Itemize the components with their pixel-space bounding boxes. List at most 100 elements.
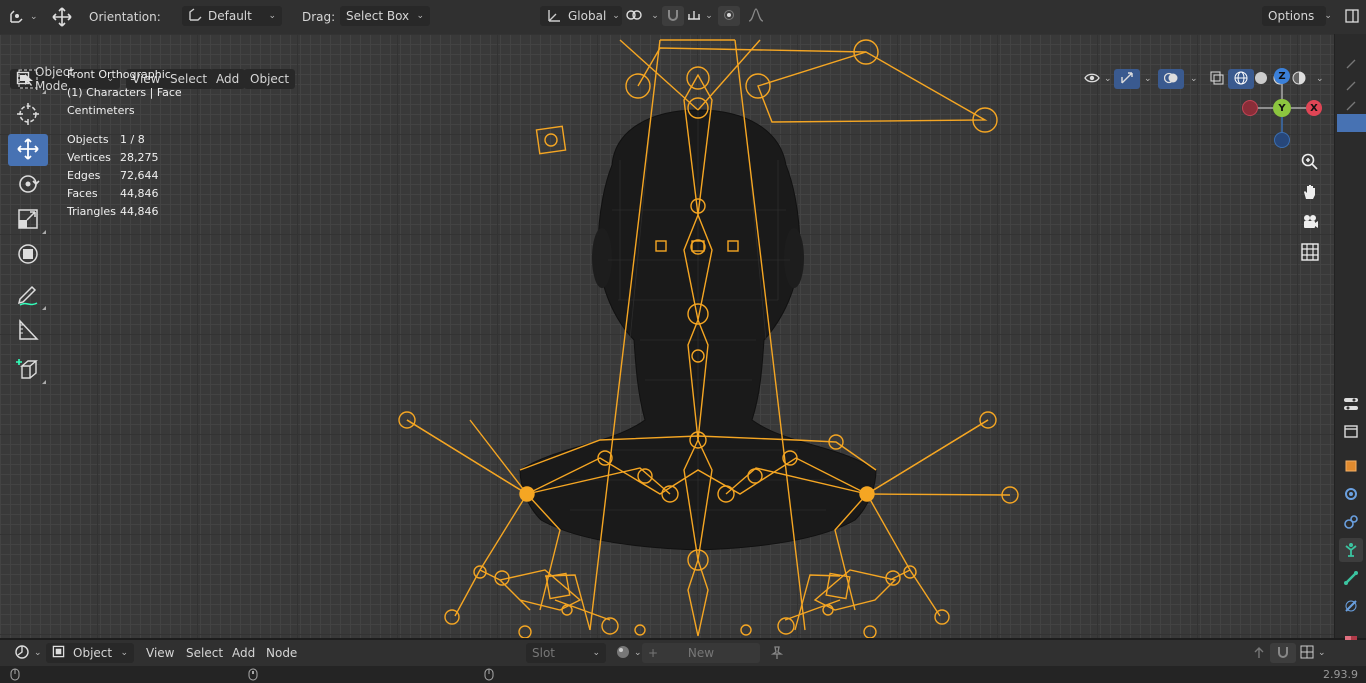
transform-gizmo-icon[interactable]: [50, 6, 74, 28]
gizmo-neg-z[interactable]: [1274, 132, 1290, 148]
transform-icon: [16, 242, 40, 269]
camera-icon[interactable]: [1298, 210, 1322, 234]
stat-edges: Edges 72,644: [67, 167, 182, 185]
object-menu[interactable]: Object: [244, 69, 296, 89]
bone-constraint-icon[interactable]: [1339, 594, 1363, 618]
snap-target-dropdown[interactable]: ⌄: [686, 6, 714, 26]
node-snap-dropdown[interactable]: ⌄: [1294, 643, 1332, 663]
gizmo-dropdown[interactable]: ⌄: [1134, 69, 1158, 89]
node-menu[interactable]: Node: [260, 643, 303, 663]
drag-dropdown[interactable]: Select Box ⌄: [340, 6, 430, 26]
node-select-menu[interactable]: Select: [180, 643, 229, 663]
armature-properties-icon[interactable]: [1339, 538, 1363, 562]
gizmo-icon: [1120, 71, 1134, 88]
proportional-editing-toggle[interactable]: [718, 6, 740, 26]
viewport-info-overlay: Front Orthographic (1) Characters | Face…: [67, 66, 182, 221]
orientation-dropdown[interactable]: Default ⌄: [182, 6, 282, 26]
add-menu[interactable]: Add: [210, 69, 246, 89]
editor-type-dropdown[interactable]: ⌄: [8, 643, 48, 663]
gizmo-y-axis[interactable]: Y: [1273, 99, 1291, 117]
object-properties-icon[interactable]: [1339, 454, 1363, 478]
physics-properties-icon[interactable]: [1339, 510, 1363, 534]
view-name: Front Orthographic: [67, 68, 171, 81]
gizmo-z-axis[interactable]: Z: [1274, 68, 1290, 84]
chevron-down-icon: ⌄: [416, 11, 424, 21]
stat-value: 1 / 8: [120, 133, 145, 146]
stat-label: Edges: [67, 169, 101, 182]
sidebar-toggle-icon[interactable]: [1342, 6, 1362, 26]
ruler-icon: [17, 318, 39, 344]
proportional-falloff-dropdown[interactable]: [742, 6, 770, 26]
move-tool[interactable]: [8, 134, 48, 166]
status-bar: 2.93.9: [0, 666, 1366, 683]
rotate-tool[interactable]: [8, 169, 48, 201]
slot-label: Slot: [532, 646, 555, 660]
chevron-down-icon: ⌄: [1318, 648, 1326, 658]
new-material-button[interactable]: + New: [642, 643, 760, 663]
add-cube-icon: [16, 357, 40, 384]
unit-system: Centimeters: [67, 104, 135, 117]
select-box-tool[interactable]: [8, 64, 48, 96]
measure-tool[interactable]: [8, 315, 48, 347]
tool-header: ⌄ Orientation: Default ⌄ Drag: Select Bo…: [0, 0, 1366, 34]
bone-properties-icon[interactable]: [1339, 566, 1363, 590]
tool-variants-indicator: [42, 230, 46, 234]
scale-tool[interactable]: [8, 204, 48, 236]
parent-node-tree-icon[interactable]: [1246, 643, 1272, 663]
modifier-properties-icon[interactable]: [1339, 482, 1363, 506]
node-add-menu[interactable]: Add: [226, 643, 261, 663]
annotate-tool[interactable]: [8, 280, 48, 312]
grid-view-icon[interactable]: [1298, 240, 1322, 264]
falloff-curve-icon: [748, 7, 764, 25]
3d-viewport[interactable]: [0, 34, 1334, 638]
mouse-right-icon: [484, 668, 494, 683]
stat-label: Vertices: [67, 151, 111, 164]
gizmo-neg-x[interactable]: [1242, 100, 1258, 116]
stat-value: 28,275: [120, 151, 159, 164]
tool-properties-icon[interactable]: [1339, 392, 1363, 416]
transform-space-value: Global: [568, 9, 607, 23]
transform-tool[interactable]: [8, 239, 48, 271]
xray-toggle[interactable]: [1204, 69, 1230, 89]
shader-type-dropdown[interactable]: Object ⌄: [46, 643, 134, 663]
cursor-tool[interactable]: [8, 99, 48, 131]
snap-increment-icon: [687, 8, 701, 25]
mouse-left-icon: [10, 668, 20, 683]
options-dropdown[interactable]: Options ⌄: [1262, 6, 1332, 26]
pencil-icon: [16, 283, 40, 310]
chevron-down-icon: ⌄: [651, 11, 659, 21]
render-properties-icon[interactable]: [1339, 419, 1363, 443]
pin-icon[interactable]: [1339, 52, 1363, 76]
pin-node-tree-icon[interactable]: [764, 643, 790, 663]
node-snap-toggle[interactable]: [1270, 643, 1296, 663]
stat-label: Objects: [67, 133, 109, 146]
zoom-icon[interactable]: [1298, 150, 1322, 174]
tool-variants-indicator: [42, 90, 46, 94]
snap-toggle[interactable]: [662, 6, 684, 26]
visibility-dropdown[interactable]: ⌄: [1078, 69, 1118, 89]
stat-label: Faces: [67, 187, 98, 200]
material-sphere-icon: [616, 645, 630, 662]
slot-dropdown[interactable]: Slot ⌄: [526, 643, 606, 663]
proportional-dot-icon: [723, 9, 735, 24]
plus-icon: +: [648, 646, 659, 660]
transform-pivot-dropdown[interactable]: ⌄: [8, 6, 38, 28]
node-view-menu[interactable]: View: [140, 643, 180, 663]
tool-shelf: [8, 64, 50, 389]
stat-faces: Faces 44,846: [67, 185, 182, 203]
shader-type-value: Object: [73, 646, 113, 660]
add-cube-tool[interactable]: [8, 354, 48, 386]
node-editor-icon: [14, 644, 30, 663]
chevron-down-icon: ⌄: [612, 11, 620, 21]
pan-hand-icon[interactable]: [1298, 180, 1322, 204]
overlays-dropdown[interactable]: ⌄: [1180, 69, 1204, 89]
transform-orientation-dropdown[interactable]: Global ⌄: [540, 6, 622, 26]
gizmo-x-axis[interactable]: X: [1306, 100, 1322, 116]
drag-label: Drag:: [302, 10, 336, 24]
chevron-down-icon: ⌄: [705, 11, 713, 21]
scale-icon: [17, 208, 39, 233]
select-cursor-icon: [17, 68, 39, 93]
pivot-point-dropdown[interactable]: ⌄: [626, 6, 659, 26]
active-tab-marker[interactable]: [1337, 114, 1366, 132]
